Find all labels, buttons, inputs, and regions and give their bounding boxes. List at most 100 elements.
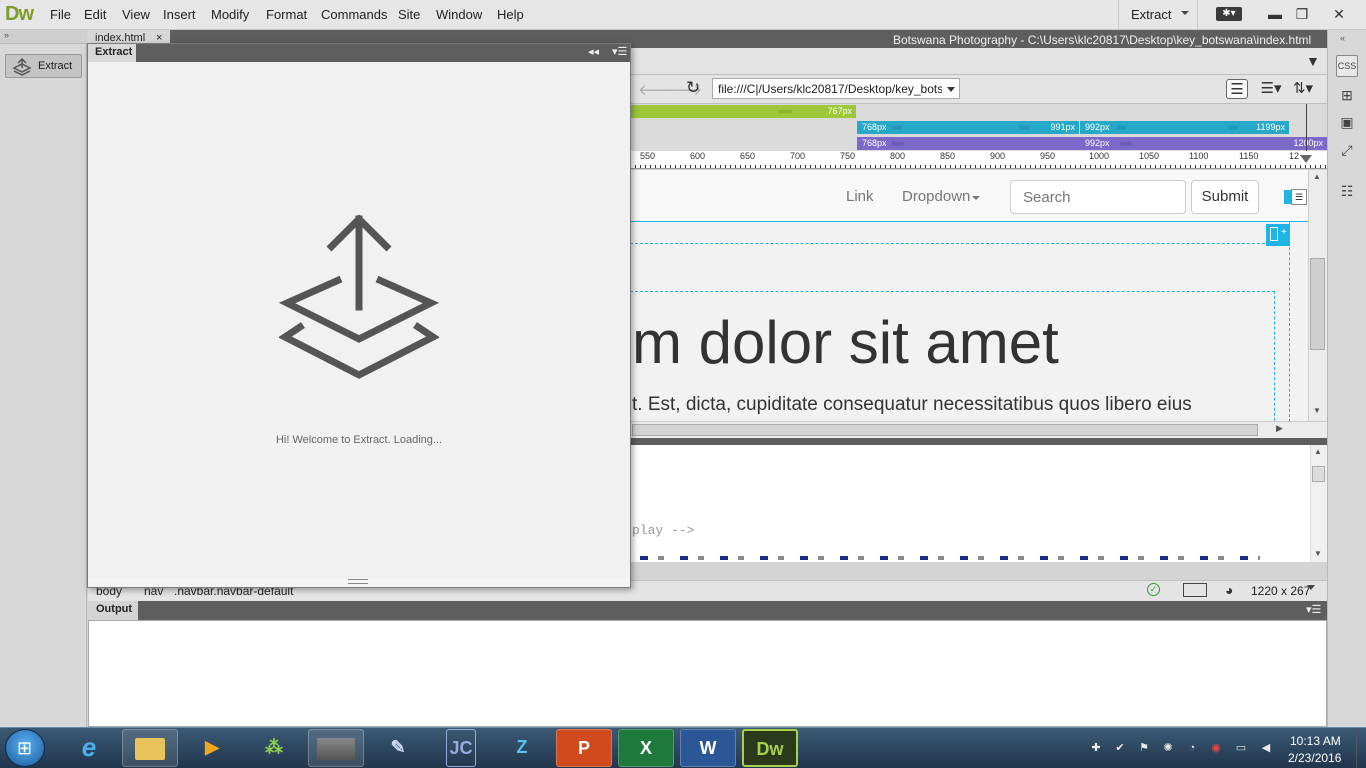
sync-settings-gear-icon[interactable]: ✱▾: [1216, 7, 1242, 21]
search-input[interactable]: [1011, 181, 1185, 213]
panel-menu-icon[interactable]: ▾☰: [612, 45, 627, 58]
view-options-icon[interactable]: ☰▾: [1260, 79, 1282, 99]
design-horizontal-scroll-thumb[interactable]: [632, 424, 1258, 436]
flag-icon[interactable]: ⚑: [1137, 741, 1151, 755]
add-class-icon[interactable]: +: [1281, 227, 1287, 238]
mq-bar-768-991[interactable]: 768px ››››› ‹‹‹‹‹ 991px: [857, 121, 1079, 134]
zoom-icon[interactable]: Z: [494, 729, 550, 767]
page-heading[interactable]: m dolor sit amet: [632, 308, 1059, 377]
alert-icon[interactable]: ◉: [1209, 741, 1223, 755]
show-desktop-button[interactable]: [1356, 729, 1366, 768]
media-player-icon[interactable]: ▶: [184, 729, 240, 767]
ruler-tick: [1305, 165, 1306, 168]
ruler-tick: [835, 165, 836, 168]
menu-commands[interactable]: Commands: [321, 7, 387, 22]
dreamweaver-taskbar-icon[interactable]: Dw: [742, 729, 798, 767]
internet-explorer-icon[interactable]: e: [64, 729, 114, 767]
visual-media-queries-icon[interactable]: ☰: [1226, 79, 1248, 99]
design-vertical-scroll-thumb[interactable]: [1310, 258, 1325, 350]
speedometer-icon[interactable]: ◔: [1185, 741, 1199, 755]
sync-icon[interactable]: ✺: [1161, 741, 1175, 755]
menu-view[interactable]: View: [122, 7, 150, 22]
files-panel-icon[interactable]: ☷: [1336, 180, 1358, 202]
chevron-down-icon[interactable]: [947, 87, 955, 92]
left-dock-header[interactable]: »: [0, 30, 87, 44]
dom-tree-icon[interactable]: ⊞: [1336, 84, 1358, 106]
code-scroll-thumb[interactable]: [1312, 466, 1325, 482]
extract-panel-header[interactable]: [88, 44, 630, 62]
menu-site[interactable]: Site: [398, 7, 420, 22]
window-size-icon[interactable]: [1183, 583, 1207, 597]
file-explorer-icon[interactable]: [122, 729, 178, 767]
scroll-down-icon[interactable]: ▼: [1314, 549, 1322, 558]
extract-panel-button[interactable]: Extract: [5, 54, 82, 78]
clock-time[interactable]: 10:13 AM: [1290, 734, 1341, 748]
dreamweaver-logo: Dw: [5, 3, 34, 25]
code-vertical-scrollbar[interactable]: ▲ ▼: [1310, 445, 1327, 562]
live-view-globe-icon[interactable]: ◕: [1225, 582, 1233, 598]
assets-icon[interactable]: ▣: [1336, 111, 1358, 133]
menu-window[interactable]: Window: [436, 7, 482, 22]
view-splitter[interactable]: [630, 438, 1327, 445]
menu-edit[interactable]: Edit: [84, 7, 106, 22]
scroll-down-icon[interactable]: ▼: [1313, 406, 1321, 415]
panel-menu-icon[interactable]: ▾☰: [1306, 603, 1321, 616]
menu-help[interactable]: Help: [497, 7, 524, 22]
ruler-tick: [1175, 165, 1176, 168]
blank-window-icon[interactable]: [308, 729, 364, 767]
ruler-tick: [685, 165, 686, 168]
excel-icon[interactable]: X: [618, 729, 674, 767]
nav-dropdown[interactable]: Dropdown: [902, 188, 970, 205]
workspace-switcher[interactable]: Extract: [1118, 0, 1198, 30]
collapse-icon[interactable]: ◂◂: [588, 45, 599, 58]
address-bar[interactable]: file:///C|/Users/klc20817/Desktop/key_bo…: [712, 78, 960, 99]
clock-date[interactable]: 2/23/2016: [1288, 751, 1341, 765]
mq-bar-max-767[interactable]: ‹‹‹‹‹‹‹ 767px: [630, 105, 856, 118]
ruler-tick: [695, 165, 696, 168]
menu-format[interactable]: Format: [266, 7, 307, 22]
scroll-up-icon[interactable]: ▲: [1314, 447, 1322, 456]
code-view[interactable]: [630, 445, 1310, 562]
network-add-icon[interactable]: ✚: [1089, 741, 1103, 755]
element-selection-tag[interactable]: +: [1266, 224, 1290, 246]
css-designer-icon[interactable]: CSS: [1336, 55, 1358, 77]
tab-output[interactable]: Output: [88, 601, 138, 620]
scanner-icon[interactable]: ✎: [370, 729, 426, 767]
volume-icon[interactable]: ◀: [1259, 741, 1273, 755]
powerpoint-icon[interactable]: P: [556, 729, 612, 767]
file-management-icon[interactable]: ⇅▾: [1292, 79, 1314, 99]
page-search-field[interactable]: [1010, 180, 1186, 214]
scroll-right-icon[interactable]: ▶: [1276, 423, 1283, 434]
collapse-panels-icon[interactable]: «: [1340, 33, 1345, 43]
jc-app-icon[interactable]: JC: [446, 729, 476, 767]
insert-panel-icon[interactable]: ⤢: [1336, 139, 1358, 161]
action-center-icon[interactable]: ▭: [1234, 741, 1248, 755]
menu-insert[interactable]: Insert: [163, 7, 196, 22]
restore-button[interactable]: ❐: [1291, 4, 1313, 24]
refresh-icon[interactable]: ↻: [686, 78, 700, 98]
word-icon[interactable]: W: [680, 729, 736, 767]
menu-modify[interactable]: Modify: [211, 7, 249, 22]
viewport-handle-icon[interactable]: [1300, 155, 1312, 163]
chevron-down-icon[interactable]: [1307, 585, 1315, 590]
filter-icon[interactable]: ▼: [1306, 53, 1320, 69]
security-check-icon[interactable]: ✔: [1113, 741, 1127, 755]
games-icon[interactable]: ⁂: [246, 729, 302, 767]
menu-file[interactable]: File: [50, 7, 71, 22]
windows-start-button[interactable]: ⊞: [5, 729, 45, 767]
close-button[interactable]: ✕: [1328, 4, 1350, 24]
ruler-tick: [980, 165, 981, 168]
element-menu-icon[interactable]: ☰: [1291, 189, 1307, 205]
nav-link[interactable]: Link: [846, 188, 874, 205]
scroll-up-icon[interactable]: ▲: [1313, 172, 1321, 181]
window-dimensions[interactable]: 1220 x 267: [1251, 584, 1310, 598]
page-lead-text[interactable]: t. Est, dicta, cupiditate consequatur ne…: [632, 394, 1192, 416]
expand-panels-icon[interactable]: »: [4, 30, 9, 40]
check-ok-icon[interactable]: ✓: [1147, 583, 1160, 596]
tab-extract[interactable]: Extract: [88, 44, 136, 62]
submit-button[interactable]: Submit: [1191, 180, 1259, 214]
mq-bar-992-1199[interactable]: 992px ››››› ‹‹‹‹‹ 1199px: [1080, 121, 1289, 134]
resize-grip[interactable]: [348, 579, 368, 584]
mq-bar-min-widths[interactable]: 768px ›››››› 992px ›››››› 1200px: [857, 137, 1327, 150]
minimize-button[interactable]: ▬: [1264, 4, 1286, 24]
